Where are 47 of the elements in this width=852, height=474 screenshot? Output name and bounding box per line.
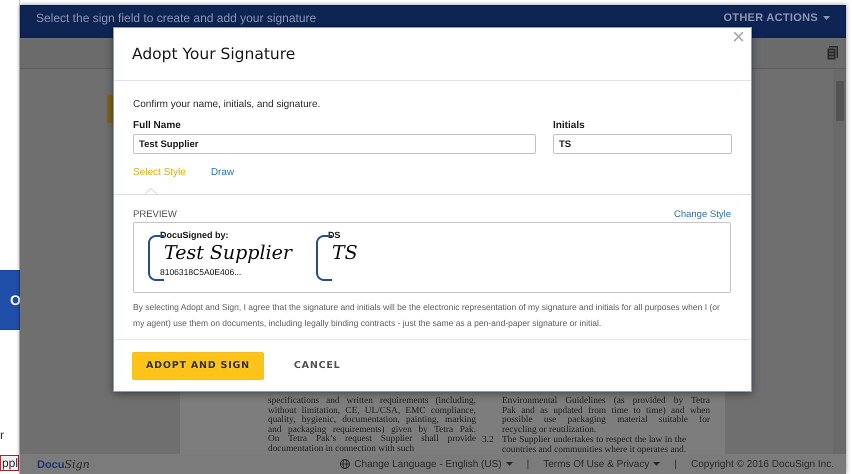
button-text: O [10, 292, 21, 308]
instruction-text: Confirm your name, initials, and signature. [133, 99, 322, 110]
document-text-line: documentation in connection with such [268, 444, 416, 454]
globe-icon [340, 459, 350, 469]
caret-icon [823, 16, 830, 20]
copyright-text: Copyright © 2016 DocuSign Inc. [690, 458, 834, 470]
style-tab[interactable]: Draw [210, 167, 234, 194]
document-text-line: quality, hygienic, documentation, painting, marking [268, 416, 476, 426]
terms-menu[interactable]: Terms Of Use & Privacy [543, 458, 660, 470]
change-style-link[interactable]: Change Style [674, 209, 731, 220]
signature-id: 8106318C5A0E406... [160, 267, 242, 278]
scrollbar[interactable] [833, 69, 846, 454]
side-button[interactable]: O [0, 270, 20, 330]
field-label: Initials [553, 120, 586, 131]
separator: | [526, 458, 530, 470]
document-text-line: and packaging requirements) given by Tetra Pak. [268, 426, 476, 435]
legal-text: By selecting Adopt and Sign, I agree that the signature and initials will be the electronic representation of my signature and initials for all purposes when I (or my agent) use them on documents, including legally binding contracts - just the same as a pen-and-paper signature or initial. [133, 301, 721, 330]
signature-header: DocuSigned by: [160, 230, 230, 241]
instruction-text: Select the sign field to create and add your signature [36, 11, 316, 25]
dialog-title: Adopt Your Signature [132, 45, 296, 63]
document-text-line: without limitation, CE, UL/CSA, EMC compliance, [268, 406, 476, 416]
side-text: r [0, 428, 4, 442]
separator: | [674, 458, 677, 470]
section-number: 3.2 [482, 436, 495, 448]
text-field[interactable]: TS [553, 134, 732, 154]
text-field[interactable]: Test Supplier [133, 134, 536, 154]
document-text-line: On Tetra Pak’s request Supplier shall provide [268, 435, 476, 444]
other-actions-menu[interactable]: OTHER ACTIONS [723, 12, 830, 24]
signature: Test Supplier [163, 241, 292, 265]
document-text-line: countries and communities where it operates and. [502, 446, 686, 454]
initials-signature: TS [330, 241, 358, 265]
language-menu[interactable]: Change Language - English (US) [340, 458, 513, 470]
document-text-line: Environmental Guidelines (as provided by Tetra [502, 397, 710, 406]
document-text-line: recycling or reutilization. [502, 426, 598, 436]
caret-icon [506, 462, 513, 466]
preview-label: PREVIEW [133, 209, 177, 220]
caret-icon [653, 462, 660, 466]
docusign-logo: DocuSign [37, 458, 90, 470]
document-text-line: specifications and written requirements (including, [268, 397, 476, 406]
document-icon[interactable] [827, 46, 838, 60]
field-label: Full Name [133, 120, 182, 131]
adopt-and-sign-button[interactable]: ADOPT AND SIGN [132, 352, 264, 380]
document-text-line: The Supplier undertakes to respect the law in the [502, 436, 686, 446]
document-text-line: possible use packaging material suitable for [502, 416, 710, 426]
cancel-button[interactable]: CANCEL [280, 352, 354, 380]
input-field[interactable]: ppl [0, 455, 19, 471]
document-text-line: Pak and as updated from time to time) and when [502, 406, 710, 416]
